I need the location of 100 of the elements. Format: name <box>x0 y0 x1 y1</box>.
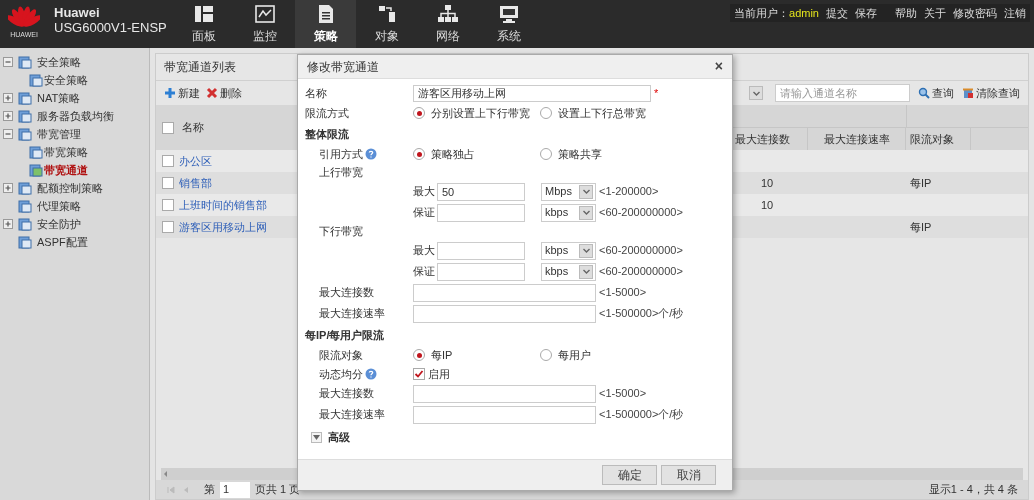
computer-icon <box>497 3 520 24</box>
nav-tab[interactable]: 策略 <box>295 0 356 48</box>
expand-toggle[interactable] <box>311 431 322 443</box>
tree-item[interactable]: 安全策略 <box>44 71 88 89</box>
channel-link[interactable]: 游客区用移动上网 <box>179 218 267 236</box>
nav-tab[interactable]: 监控 <box>234 0 295 48</box>
radio-button[interactable] <box>540 148 552 160</box>
checkbox[interactable] <box>413 368 425 380</box>
unit-select[interactable]: kbps <box>541 241 596 260</box>
nav-tab[interactable]: 网络 <box>417 0 478 48</box>
network-icon <box>436 3 459 24</box>
tree-item[interactable]: 带宽通道 <box>44 161 88 179</box>
radio-button[interactable] <box>413 349 425 361</box>
header-link[interactable]: 提交 <box>826 4 848 22</box>
search-field[interactable]: 请输入通道名称 <box>775 84 910 102</box>
channel-link[interactable]: 上班时间的销售部 <box>179 196 267 214</box>
tree-item[interactable]: 配额控制策略 <box>37 179 103 197</box>
column-header: 最大连接速率 <box>823 131 890 147</box>
header-link[interactable]: 注销 <box>1004 4 1026 22</box>
unit-select[interactable]: kbps <box>541 262 596 281</box>
nav-tab[interactable]: 面板 <box>173 0 234 48</box>
column-header: 名称 <box>182 120 204 136</box>
caret-icon <box>581 267 591 276</box>
expand-icon[interactable] <box>3 111 13 121</box>
nav-tab[interactable]: 系统 <box>478 0 539 48</box>
caret-icon <box>581 208 591 217</box>
radio-label: 每用户 <box>558 347 591 363</box>
help-icon[interactable] <box>365 148 377 160</box>
expander-label: 高级 <box>328 429 350 445</box>
expand-icon[interactable] <box>3 183 13 193</box>
tree-item[interactable]: 安全策略 <box>37 53 81 71</box>
field-label: 限流对象 <box>319 347 363 363</box>
tree-item[interactable]: 带宽管理 <box>37 125 81 143</box>
channel-link[interactable]: 销售部 <box>179 174 212 192</box>
bandwidth-field[interactable]: 50 <box>437 182 525 201</box>
header-link[interactable]: 保存 <box>855 4 877 22</box>
new-button[interactable]: 新建 <box>164 84 200 102</box>
range-hint: <1-500000>个/秒 <box>599 407 684 423</box>
checkbox[interactable] <box>162 199 174 211</box>
bandwidth-field[interactable] <box>437 203 525 222</box>
tree-item[interactable]: 服务器负载均衡 <box>37 107 114 125</box>
delete-button[interactable]: 删除 <box>206 84 242 102</box>
bandwidth-field[interactable] <box>437 262 525 281</box>
unit-select[interactable]: Mbps <box>541 182 596 201</box>
tree-item[interactable]: ASPF配置 <box>37 233 88 251</box>
page-summary: 显示1 - 4，共 4 条 <box>928 482 1018 498</box>
header-link[interactable]: 帮助 <box>895 4 917 22</box>
collapse-icon[interactable] <box>3 57 13 67</box>
radio-label: 策略共享 <box>558 146 602 162</box>
collapse-icon[interactable] <box>3 129 13 139</box>
page-icon <box>18 181 32 195</box>
first-page-icon[interactable] <box>166 484 176 495</box>
range-hint: <1-500000>个/秒 <box>599 306 684 322</box>
page-icon <box>29 145 43 159</box>
tree-item[interactable]: 带宽策略 <box>44 143 88 161</box>
tree-item[interactable]: 代理策略 <box>37 197 81 215</box>
cancel-button[interactable]: 取消 <box>661 465 716 485</box>
page-icon <box>18 55 32 69</box>
range-hint: <1-200000> <box>599 184 659 200</box>
field-label: 保证 <box>413 264 436 280</box>
radio-button[interactable] <box>413 148 425 160</box>
close-button[interactable]: × <box>714 56 723 77</box>
field-label: 最大连接速率 <box>319 306 385 322</box>
expand-icon[interactable] <box>3 93 13 103</box>
field-label: 最大连接速率 <box>319 407 385 423</box>
checkbox[interactable] <box>162 177 174 189</box>
help-icon[interactable] <box>365 368 377 380</box>
confirm-button[interactable]: 确定 <box>602 465 657 485</box>
tree-item[interactable]: NAT策略 <box>37 89 81 107</box>
header-link[interactable]: 修改密码 <box>953 4 997 22</box>
bandwidth-field[interactable] <box>437 241 525 260</box>
section-title: 整体限流 <box>305 126 349 142</box>
panel-title: 带宽通道列表 <box>164 59 236 76</box>
number-field[interactable] <box>413 283 596 302</box>
clear-search-button[interactable]: 清除查询 <box>962 84 1020 102</box>
checkbox[interactable] <box>162 221 174 233</box>
radio-button[interactable] <box>540 349 552 361</box>
radio-button[interactable] <box>413 107 425 119</box>
search-button[interactable]: 查询 <box>918 84 954 102</box>
page-label: 第 <box>204 482 215 498</box>
section-title: 每IP/每用户限流 <box>305 327 385 343</box>
header-link[interactable]: 关于 <box>924 4 946 22</box>
channel-link[interactable]: 办公区 <box>179 152 212 170</box>
number-field[interactable] <box>413 405 596 424</box>
page-field[interactable]: 1 <box>220 481 250 498</box>
expand-icon[interactable] <box>3 219 13 229</box>
checkbox[interactable] <box>162 155 174 167</box>
group-label: 上行带宽 <box>319 165 363 181</box>
checkbox[interactable] <box>162 121 174 134</box>
page-icon <box>18 91 32 105</box>
column-header: 限流对象 <box>910 131 954 147</box>
number-field[interactable] <box>413 384 596 403</box>
page-icon <box>18 217 32 231</box>
nav-tab[interactable]: 对象 <box>356 0 417 48</box>
range-hint: <60-200000000> <box>599 264 683 280</box>
tree-item[interactable]: 安全防护 <box>37 215 81 233</box>
name-field[interactable]: 游客区用移动上网 <box>413 85 651 102</box>
unit-select[interactable]: kbps <box>541 203 596 222</box>
number-field[interactable] <box>413 304 596 323</box>
radio-button[interactable] <box>540 107 552 119</box>
